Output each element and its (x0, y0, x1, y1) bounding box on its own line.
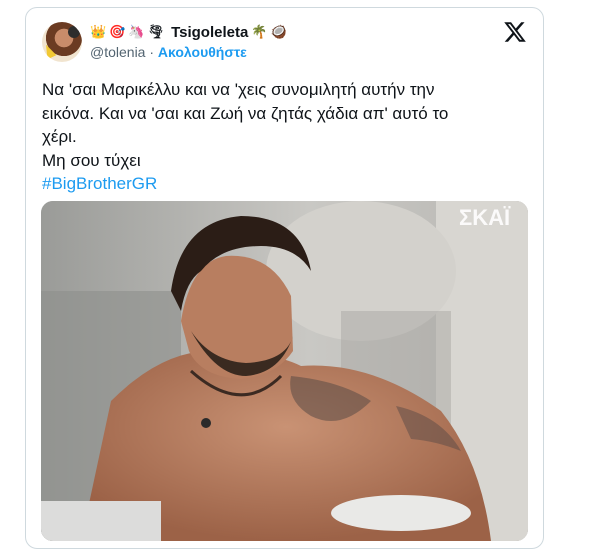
tweet-card[interactable]: 👑 🎯 🦄 🌪 Tsigoleleta 🌴 🥥 @tolenia · Ακολο… (25, 7, 544, 549)
separator: · (149, 44, 155, 60)
tornado-emoji-icon: 🌪 (147, 25, 165, 40)
avatar[interactable] (42, 22, 82, 62)
media-watermark: ΣΚΑΪ (459, 205, 511, 230)
tweet-media-image[interactable]: ΣΚΑΪ (41, 201, 528, 541)
tweet-text-line: εικόνα. Και να 'σαι και Ζωή να ζητάς χάδ… (42, 103, 449, 123)
unicorn-emoji-icon: 🦄 (128, 25, 145, 40)
avatar-decoration (42, 43, 56, 60)
follow-button[interactable]: Ακολουθήστε (158, 44, 247, 60)
media-illustration: ΣΚΑΪ (41, 201, 528, 541)
crown-emoji-icon: 👑 (90, 25, 107, 40)
handle[interactable]: @tolenia (90, 44, 145, 60)
author-name-row[interactable]: 👑 🎯 🦄 🌪 Tsigoleleta 🌴 🥥 (90, 24, 287, 41)
tweet-text-line: χέρι. (42, 127, 77, 146)
display-name[interactable]: Tsigoleleta (171, 24, 248, 41)
avatar-decoration (68, 26, 80, 38)
x-logo-icon[interactable] (503, 20, 527, 44)
author-subline: @tolenia · Ακολουθήστε (90, 44, 247, 60)
hashtag-link[interactable]: #BigBrotherGR (42, 174, 157, 193)
tweet-text-line: Να 'σαι Μαρικέλλυ και να 'χεις συνομιλητ… (42, 80, 435, 99)
palm-tree-emoji-icon: 🌴 (251, 25, 268, 40)
tweet-text-line: Μη σου τύχει (42, 150, 141, 170)
coconut-emoji-icon: 🥥 (270, 25, 287, 40)
target-emoji-icon: 🎯 (109, 25, 126, 40)
tweet-text: Να 'σαι Μαρικέλλυ και να 'χεις συνομιλητ… (42, 78, 532, 196)
